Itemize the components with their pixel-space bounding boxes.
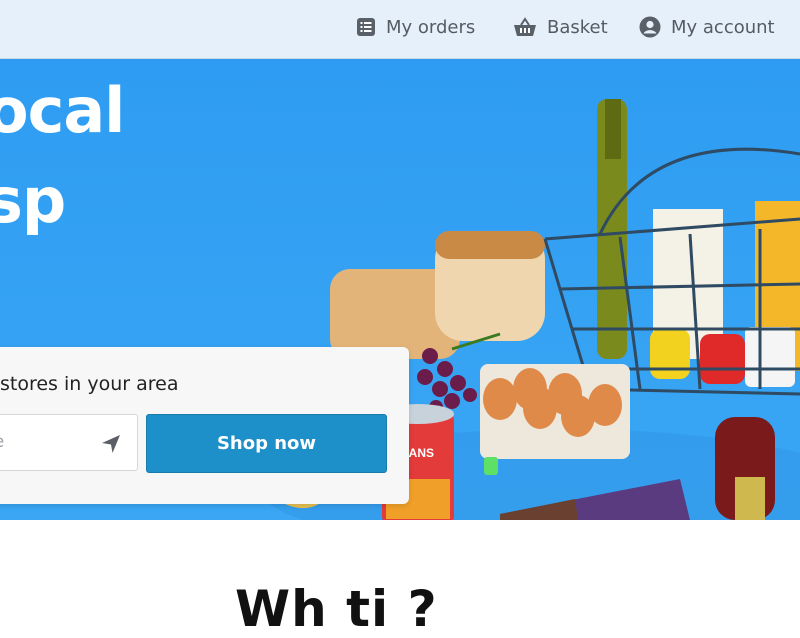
hero-headline-line2: sp [0,164,66,237]
search-card-title: stores in your area [0,373,179,395]
my-account-link[interactable]: My account [639,13,775,41]
hero-banner: BEANS ocal sp stores in your area Shop n… [0,59,800,520]
store-search-card: stores in your area Shop now [0,347,409,504]
location-arrow-icon[interactable] [99,432,123,456]
postcode-field[interactable] [0,414,138,471]
account-icon [639,16,661,38]
grapes [417,348,477,414]
top-navigation-bar: My orders Basket My account [0,0,800,59]
basket-label: Basket [547,16,608,38]
my-orders-link[interactable]: My orders [356,13,475,41]
shop-now-button[interactable]: Shop now [146,414,387,473]
my-orders-label: My orders [386,16,476,38]
postcode-input[interactable] [0,415,91,468]
hero-headline-line1: ocal [0,74,125,147]
basket-icon [514,17,536,36]
basket-link[interactable]: Basket [513,13,608,41]
my-account-label: My account [671,16,775,38]
list-icon [357,18,375,36]
section-heading: Wh ti ? [235,580,438,638]
